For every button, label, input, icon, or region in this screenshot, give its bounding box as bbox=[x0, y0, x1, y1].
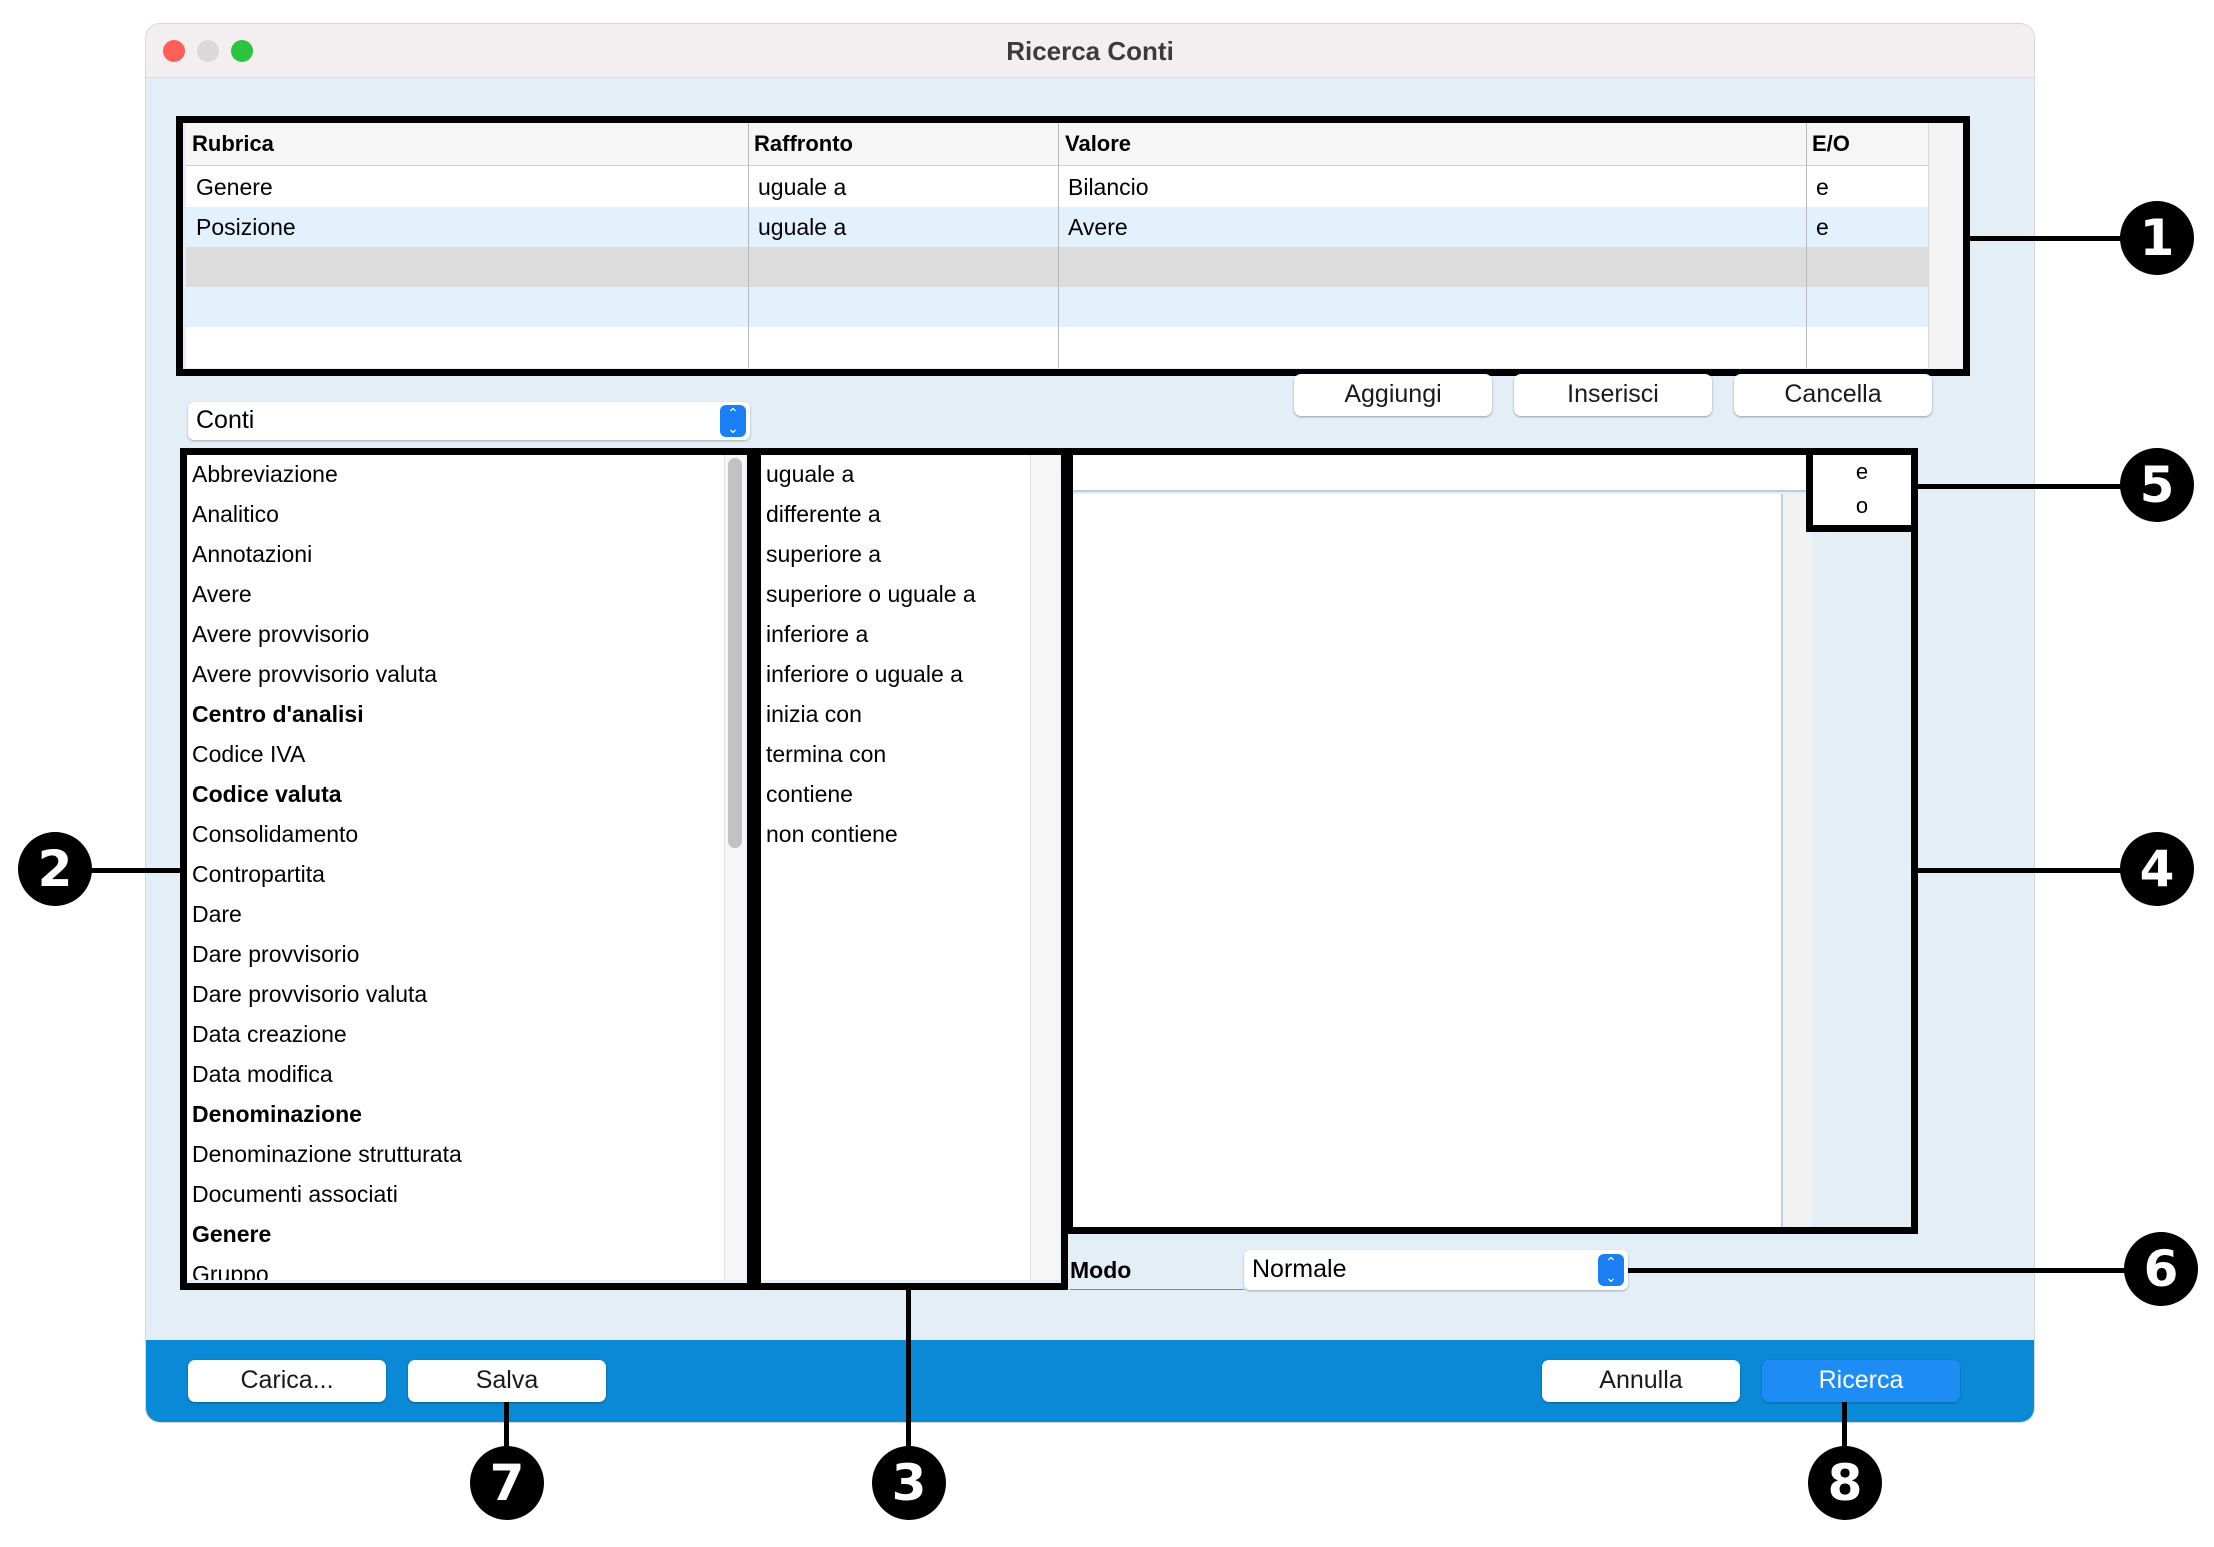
callout-leader bbox=[906, 1290, 911, 1472]
callout-leader bbox=[1918, 868, 2122, 873]
callout-8: 8 bbox=[1808, 1446, 1882, 1520]
cancel-button[interactable]: Annulla bbox=[1542, 1360, 1740, 1402]
callout-2: 2 bbox=[18, 832, 92, 906]
callout-frame-2 bbox=[180, 448, 754, 1290]
callout-7: 7 bbox=[470, 1446, 544, 1520]
table-select[interactable]: Conti ⌃ ⌄ bbox=[188, 402, 750, 440]
callout-leader bbox=[1918, 484, 2122, 489]
callout-5: 5 bbox=[2120, 448, 2194, 522]
callout-frame-1 bbox=[176, 116, 1970, 376]
window-title: Ricerca Conti bbox=[1006, 36, 1174, 66]
callout-leader bbox=[90, 868, 182, 873]
callout-6: 6 bbox=[2124, 1232, 2198, 1306]
mode-select-value: Normale bbox=[1252, 1255, 1347, 1283]
callout-1: 1 bbox=[2120, 201, 2194, 275]
callout-3: 3 bbox=[872, 1446, 946, 1520]
callout-frame-5 bbox=[1806, 448, 1918, 532]
callout-4: 4 bbox=[2120, 832, 2194, 906]
delete-button[interactable]: Cancella bbox=[1734, 374, 1932, 416]
load-button[interactable]: Carica... bbox=[188, 1360, 386, 1402]
search-button[interactable]: Ricerca bbox=[1762, 1360, 1960, 1402]
callout-leader bbox=[1628, 1268, 2126, 1273]
mode-label: Modo bbox=[1070, 1250, 1244, 1290]
callout-leader bbox=[1970, 236, 2122, 241]
callout-frame-4 bbox=[1066, 448, 1918, 1234]
callout-frame-3 bbox=[754, 448, 1068, 1290]
chevron-updown-icon: ⌃ ⌄ bbox=[1598, 1254, 1624, 1286]
insert-button[interactable]: Inserisci bbox=[1514, 374, 1712, 416]
chevron-updown-icon: ⌃ ⌄ bbox=[720, 405, 746, 437]
table-select-value: Conti bbox=[196, 406, 255, 434]
save-button[interactable]: Salva bbox=[408, 1360, 606, 1402]
mode-select[interactable]: Normale ⌃ ⌄ bbox=[1244, 1250, 1628, 1290]
add-button[interactable]: Aggiungi bbox=[1294, 374, 1492, 416]
